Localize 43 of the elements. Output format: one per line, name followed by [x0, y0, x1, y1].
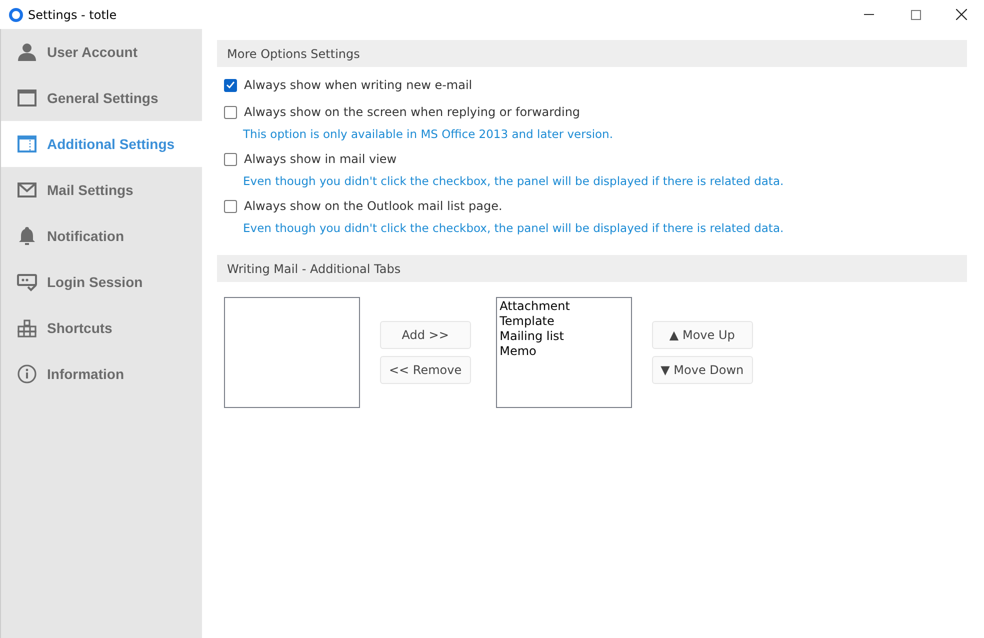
remove-button[interactable]: << Remove [380, 356, 471, 384]
minimize-icon[interactable] [864, 14, 876, 16]
checkbox[interactable] [224, 152, 237, 166]
hint-text: Even though you didn't click the checkbox, the panel will be displayed if there is related data. [243, 221, 785, 235]
sidebar-item[interactable]: Information [1, 351, 202, 397]
available-tabs-list[interactable] [224, 297, 360, 408]
sidebar-item[interactable]: Mail Settings [1, 167, 202, 213]
sidebar-item[interactable]: Shortcuts [1, 305, 202, 351]
checkbox-label[interactable]: Always show in mail view [244, 152, 397, 166]
hint-text: This option is only available in MS Office 2013 and later version. [243, 127, 614, 141]
sidebar-item[interactable]: User Account [1, 29, 202, 75]
app-logo-icon [9, 8, 23, 22]
list-item[interactable]: Attachment [500, 299, 628, 314]
section-header: More Options Settings [217, 40, 967, 67]
sidebar-item[interactable]: General Settings [1, 75, 202, 121]
close-icon[interactable] [956, 9, 967, 20]
checkbox[interactable] [224, 200, 237, 212]
list-item[interactable]: Template [500, 314, 628, 329]
bell-icon [17, 226, 37, 246]
maximize-icon[interactable] [911, 10, 921, 20]
sidebar-item[interactable]: Login Session [1, 259, 202, 305]
selected-tabs-list[interactable]: Attachment Template Mailing list Memo [496, 297, 632, 408]
checkbox-label[interactable]: Always show on the screen when replying or forwarding [244, 105, 580, 119]
hint-text: Even though you didn't click the checkbox, the panel will be displayed if there is related data. [243, 174, 785, 188]
move-down-button[interactable]: ▼ Move Down [652, 356, 753, 384]
list-item[interactable]: Mailing list [500, 329, 628, 344]
checkbox-label[interactable]: Always show on the Outlook mail list page. [244, 199, 502, 213]
sidebar-item[interactable]: Notification [1, 213, 202, 259]
section-header: Writing Mail - Additional Tabs [217, 255, 967, 282]
checkbox[interactable] [224, 78, 237, 92]
person-icon [17, 42, 37, 62]
window-icon [17, 88, 37, 108]
move-up-button[interactable]: ▲ Move Up [652, 321, 753, 349]
checkbox[interactable] [224, 106, 237, 118]
checkbox-label[interactable]: Always show when writing new e-mail [244, 78, 472, 92]
envelope-icon [17, 180, 37, 200]
info-icon [17, 364, 37, 384]
window-title: Settings - totle [28, 8, 117, 22]
add-button[interactable]: Add >> [380, 321, 471, 349]
window-icon [17, 134, 37, 154]
list-item[interactable]: Memo [500, 344, 628, 359]
screen-check-icon [17, 272, 37, 292]
keyboard-icon [17, 318, 37, 338]
